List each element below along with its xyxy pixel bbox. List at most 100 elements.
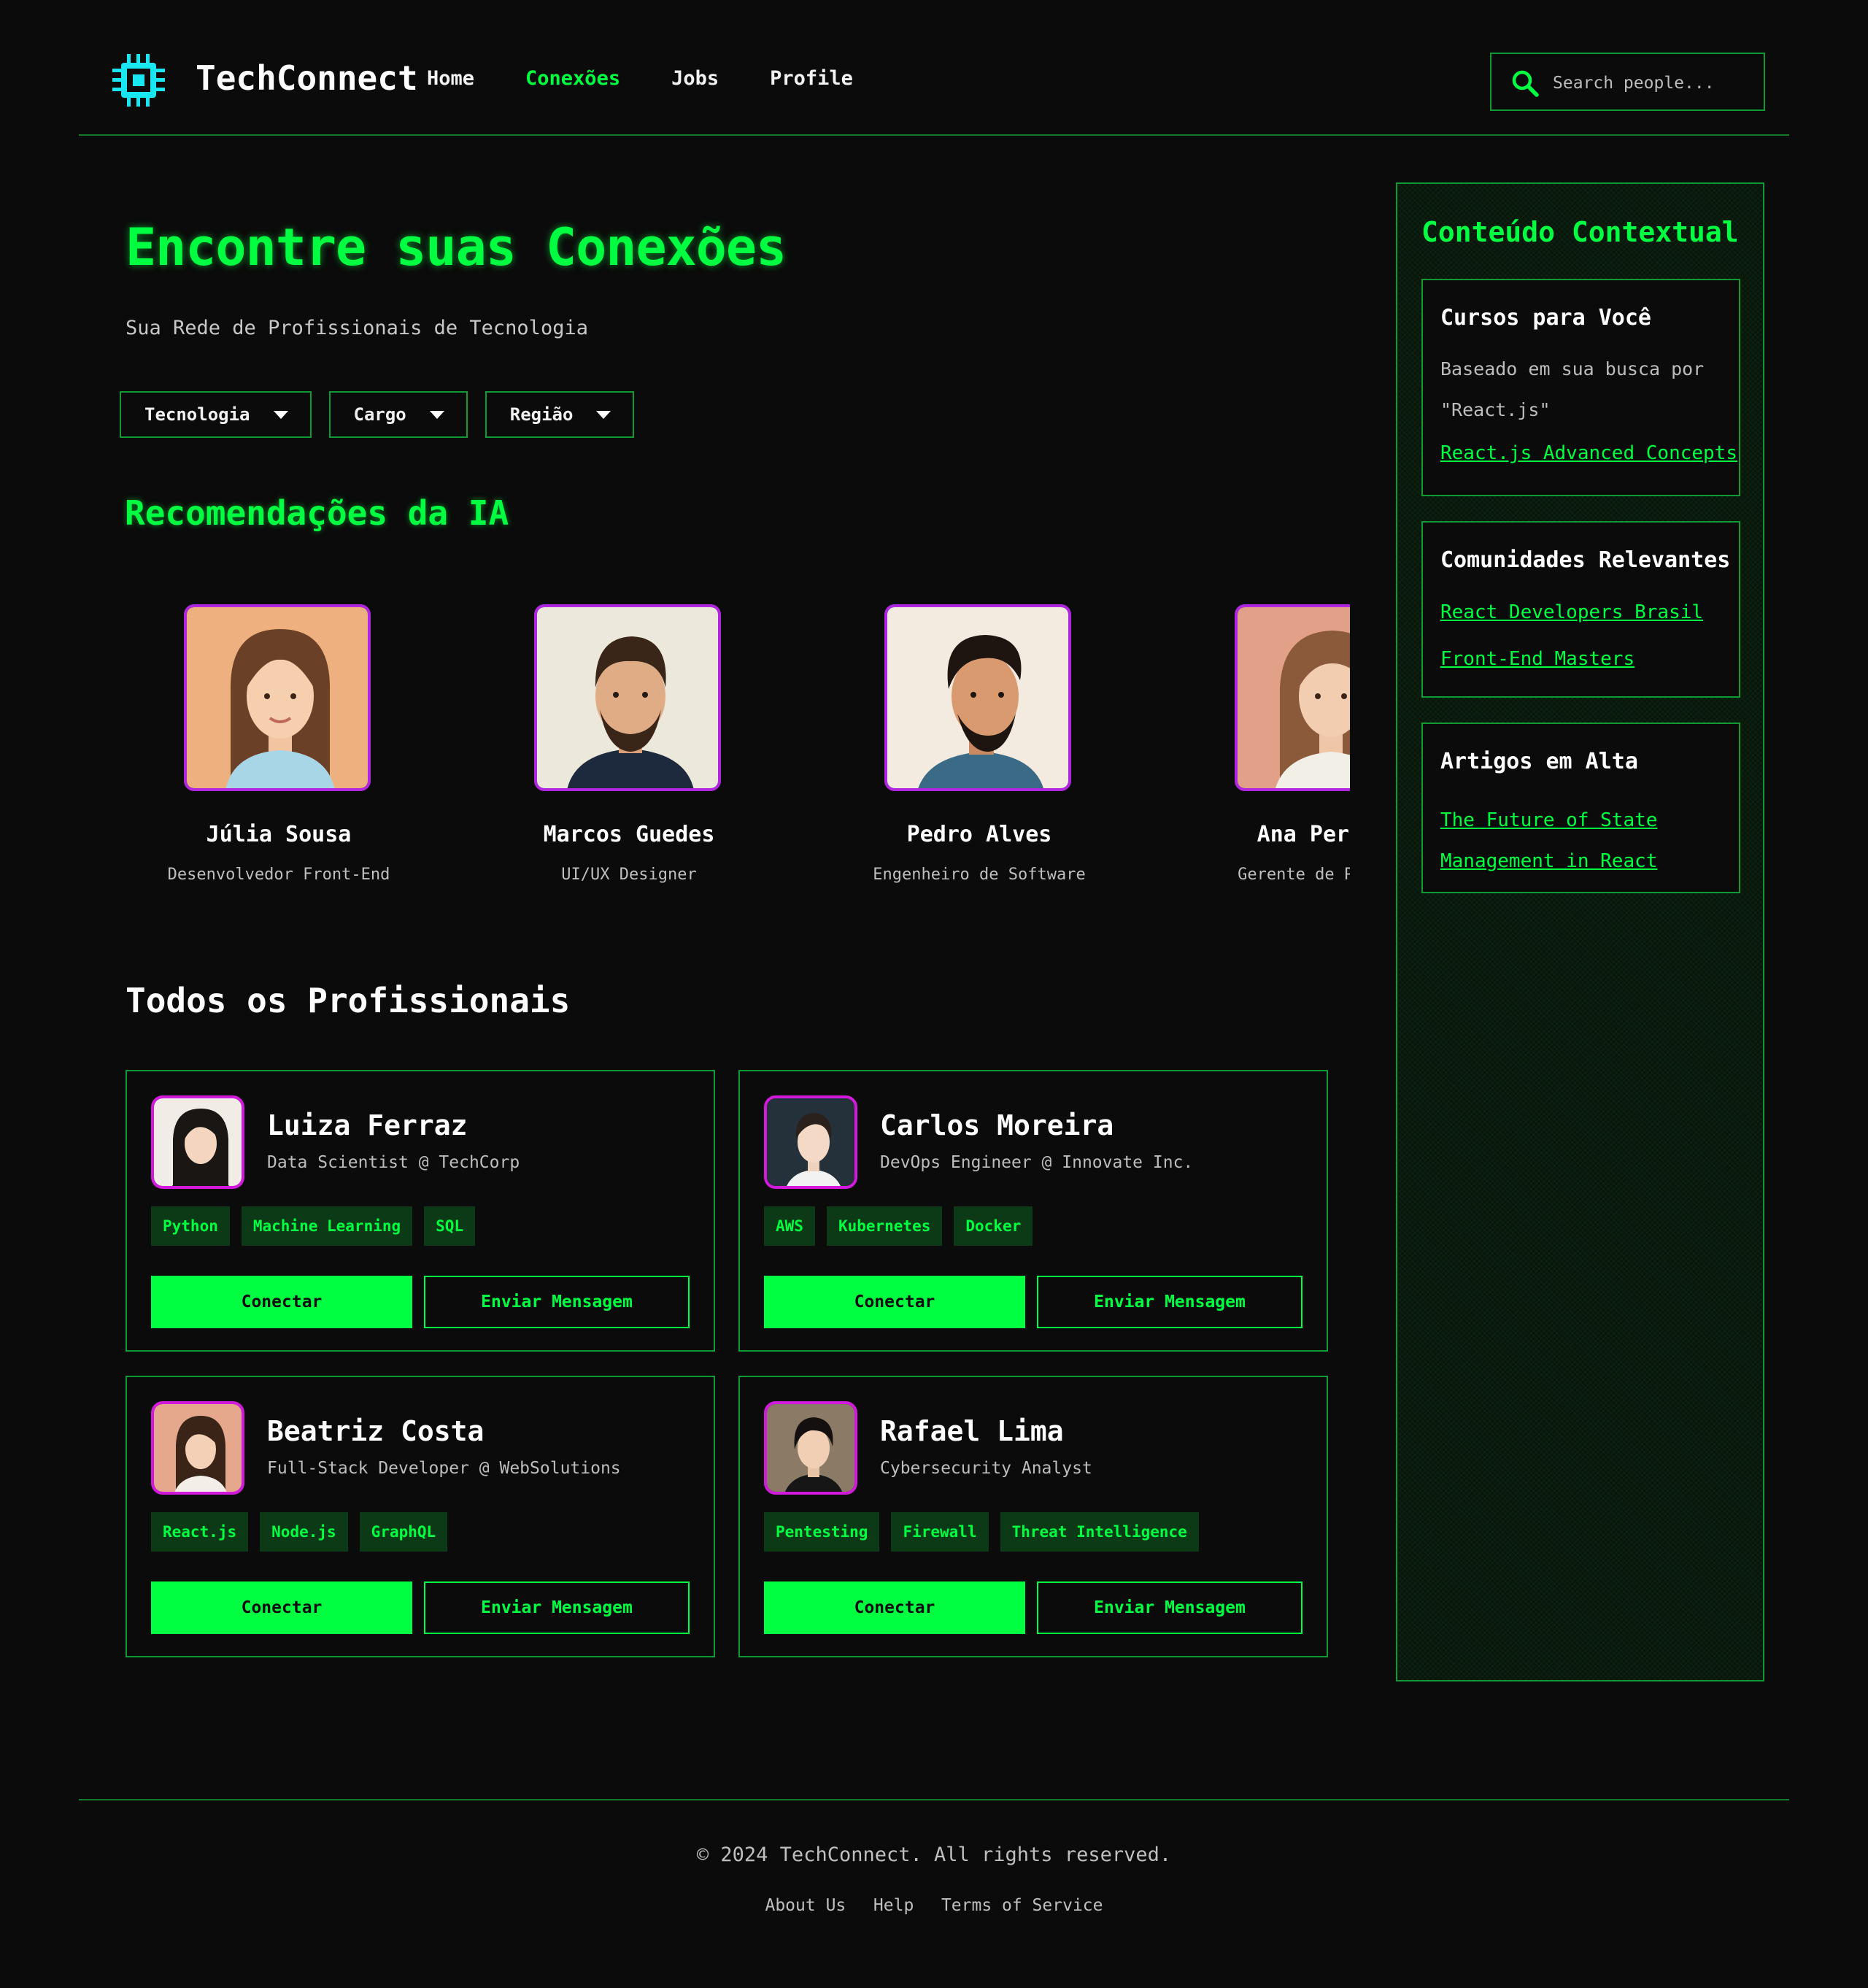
brand-name[interactable]: TechConnect [196,58,418,98]
professional-card: Luiza Ferraz Data Scientist @ TechCorp P… [126,1070,715,1352]
professional-card: Rafael Lima Cybersecurity Analyst Pentes… [738,1376,1328,1657]
contextual-sidebar: Conteúdo Contextual Cursos para Você Bas… [1396,182,1764,1681]
community-link[interactable]: Front-End Masters [1440,648,1634,670]
professional-name: Beatriz Costa [267,1415,485,1447]
professional-card: Beatriz Costa Full-Stack Developer @ Web… [126,1376,715,1657]
send-message-button[interactable]: Enviar Mensagem [1037,1581,1302,1634]
communities-box: Comunidades Relevantes React Developers … [1421,521,1740,698]
connect-button[interactable]: Conectar [151,1581,412,1634]
recommendation-role: UI/UX Designer [561,866,697,884]
recommendation-card[interactable]: Marcos Guedes UI/UX Designer [476,598,782,905]
search-input[interactable] [1553,69,1750,98]
recommendation-name: Marcos Guedes [543,822,715,847]
nav-home[interactable]: Home [427,67,474,90]
send-message-button[interactable]: Enviar Mensagem [424,1581,690,1634]
recommendation-role: Engenheiro de Software [873,866,1086,884]
skill-tags: Python Machine Learning SQL [151,1206,487,1246]
recommendation-name: Júlia Sousa [206,822,352,847]
articles-heading: Artigos em Alta [1440,749,1638,774]
skill-tag: GraphQL [359,1512,448,1552]
footer-divider [79,1799,1789,1800]
recommendations-title: Recomendações da IA [125,493,509,533]
nav-conexoes[interactable]: Conexões [525,67,620,90]
page-title: Encontre suas Conexões [126,217,787,277]
recommendation-name: Pedro Alves [906,822,1052,847]
footer-link-terms[interactable]: Terms of Service [941,1896,1103,1915]
communities-heading: Comunidades Relevantes [1440,547,1731,573]
courses-box: Cursos para Você Baseado em sua busca po… [1421,279,1740,496]
community-link[interactable]: React Developers Brasil [1440,601,1703,623]
copyright: © 2024 TechConnect. All rights reserved. [696,1843,1172,1866]
caret-down-icon [596,410,611,419]
send-message-button[interactable]: Enviar Mensagem [1037,1276,1302,1328]
skill-tag: Node.js [260,1512,348,1552]
skill-tag: Docker [954,1206,1033,1246]
professional-card: Carlos Moreira DevOps Engineer @ Innovat… [738,1070,1328,1352]
avatar[interactable] [151,1095,244,1189]
recommendation-card[interactable]: Pedro Alves Engenheiro de Software [826,598,1132,905]
top-header: TechConnect Home Conexões Jobs Profile [79,0,1789,136]
skill-tags: AWS Kubernetes Docker [764,1206,1044,1246]
professionals-title: Todos os Profissionais [126,981,571,1020]
skill-tag: Machine Learning [241,1206,413,1246]
filter-regiao[interactable]: Região [485,391,635,438]
skill-tag: SQL [424,1206,476,1246]
page-subtitle: Sua Rede de Profissionais de Tecnologia [126,317,588,339]
articles-box: Artigos em Alta The Future of State Mana… [1421,723,1740,893]
professional-title: Cybersecurity Analyst [880,1459,1092,1478]
avatar[interactable] [534,604,721,791]
search-box [1490,53,1765,111]
professional-title: DevOps Engineer @ Innovate Inc. [880,1153,1194,1172]
caret-down-icon [429,410,444,419]
nav-profile[interactable]: Profile [770,67,853,90]
recommendation-role: Gerente de Projetos [1238,866,1350,884]
article-link[interactable]: The Future of State Management in React [1440,800,1732,882]
professional-name: Carlos Moreira [880,1109,1114,1141]
skill-tag: React.js [151,1512,249,1552]
connect-button[interactable]: Conectar [151,1276,412,1328]
chip-icon[interactable] [111,53,166,108]
filter-label: Região [509,404,574,425]
skill-tags: React.js Node.js GraphQL [151,1512,459,1552]
professional-title: Full-Stack Developer @ WebSolutions [267,1459,621,1478]
recommendations-carousel[interactable]: Júlia Sousa Desenvolvedor Front-End Marc… [126,598,1350,905]
professional-title: Data Scientist @ TechCorp [267,1153,520,1172]
avatar[interactable] [764,1095,857,1189]
professional-name: Rafael Lima [880,1415,1064,1447]
recommendation-card[interactable]: Ana Pereira Gerente de Projetos [1176,598,1350,905]
course-link[interactable]: React.js Advanced Concepts [1440,442,1737,464]
nav-jobs[interactable]: Jobs [671,67,719,90]
skill-tag: Firewall [891,1512,989,1552]
caret-down-icon [273,410,288,419]
footer-link-help[interactable]: Help [873,1896,914,1915]
filter-cargo[interactable]: Cargo [328,391,468,438]
skill-tag: Threat Intelligence [1000,1512,1199,1552]
avatar[interactable] [764,1401,857,1495]
professional-name: Luiza Ferraz [267,1109,468,1141]
sidebar-title: Conteúdo Contextual [1421,216,1739,248]
skill-tag: Pentesting [764,1512,880,1552]
skill-tags: Pentesting Firewall Threat Intelligence [764,1512,1211,1552]
search-icon [1512,70,1539,97]
skill-tag: Python [151,1206,230,1246]
send-message-button[interactable]: Enviar Mensagem [424,1276,690,1328]
courses-heading: Cursos para Você [1440,305,1651,331]
main-nav: Home Conexões Jobs Profile [427,67,904,90]
recommendation-card[interactable]: Júlia Sousa Desenvolvedor Front-End [126,598,432,905]
avatar[interactable] [884,604,1071,791]
connect-button[interactable]: Conectar [764,1581,1025,1634]
recommendation-name: Ana Pereira [1257,822,1350,847]
courses-text: Baseado em sua busca por "React.js" [1440,358,1705,420]
filter-bar: Tecnologia Cargo Região [120,391,652,438]
avatar[interactable] [1235,604,1350,791]
skill-tag: AWS [764,1206,815,1246]
avatar[interactable] [184,604,371,791]
footer-link-about[interactable]: About Us [765,1896,846,1915]
recommendation-role: Desenvolvedor Front-End [167,866,390,884]
avatar[interactable] [151,1401,244,1495]
filter-label: Cargo [353,404,406,425]
connect-button[interactable]: Conectar [764,1276,1025,1328]
footer-links: About Us Help Terms of Service [0,1896,1868,1915]
filter-label: Tecnologia [144,404,250,425]
filter-tecnologia[interactable]: Tecnologia [120,391,312,438]
